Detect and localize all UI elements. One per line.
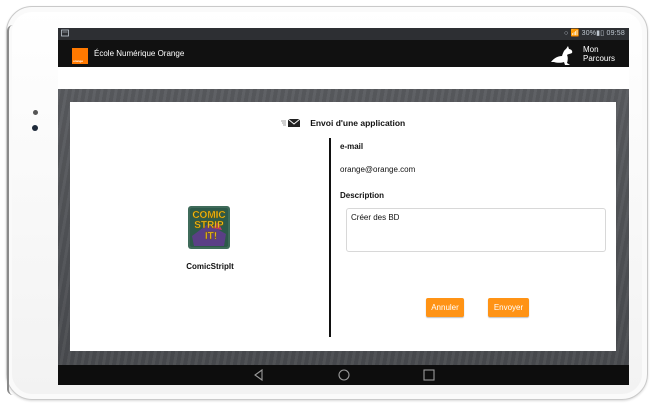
screen: ○ 📶 30%▮▯ 09:58 orange École Numérique O… xyxy=(58,28,629,385)
comic-strip-it-icon: COMIC STRIP IT! xyxy=(188,206,230,249)
cancel-button[interactable]: Annuler xyxy=(426,298,464,317)
dialog-header: Envoi d'une application xyxy=(70,114,616,128)
kangaroo-icon xyxy=(551,46,573,65)
back-icon[interactable] xyxy=(252,368,266,382)
vertical-divider xyxy=(329,138,331,337)
parcours-line2: Parcours xyxy=(583,54,616,63)
orange-logo[interactable]: orange xyxy=(72,48,88,64)
description-label: Description xyxy=(340,191,385,200)
mon-parcours-button[interactable]: Mon Parcours xyxy=(551,44,619,66)
sensor-dot xyxy=(33,110,38,115)
send-button[interactable]: Envoyer xyxy=(488,298,529,317)
mail-icon xyxy=(280,118,301,127)
notification-icon xyxy=(61,29,69,37)
description-field[interactable]: Créer des BD xyxy=(346,208,606,252)
home-icon[interactable] xyxy=(337,368,351,382)
app-bar: orange École Numérique Orange Mon Parcou… xyxy=(58,40,629,67)
orange-logo-text: orange xyxy=(73,59,84,63)
navigation-bar xyxy=(58,365,629,385)
svg-text:IT!: IT! xyxy=(205,231,217,242)
camera-lens xyxy=(32,125,38,131)
parcours-label: Mon Parcours xyxy=(583,45,619,63)
recents-icon[interactable] xyxy=(422,368,436,382)
app-name: ComicStripIt xyxy=(186,262,234,271)
tablet-edge xyxy=(7,25,13,395)
status-bar: ○ 📶 30%▮▯ 09:58 xyxy=(58,28,629,40)
email-value: orange@orange.com xyxy=(340,165,416,174)
email-label: e-mail xyxy=(340,142,364,151)
svg-text:STRIP: STRIP xyxy=(194,220,224,231)
toolbar-strip xyxy=(58,67,629,89)
dialog-title: Envoi d'une application xyxy=(310,117,406,128)
parcours-line1: Mon xyxy=(583,45,599,54)
status-indicators: ○ 📶 30%▮▯ 09:58 xyxy=(563,30,625,37)
send-app-dialog: Envoi d'une application COMIC STRIP IT! … xyxy=(70,102,616,351)
app-title: École Numérique Orange xyxy=(94,49,185,58)
